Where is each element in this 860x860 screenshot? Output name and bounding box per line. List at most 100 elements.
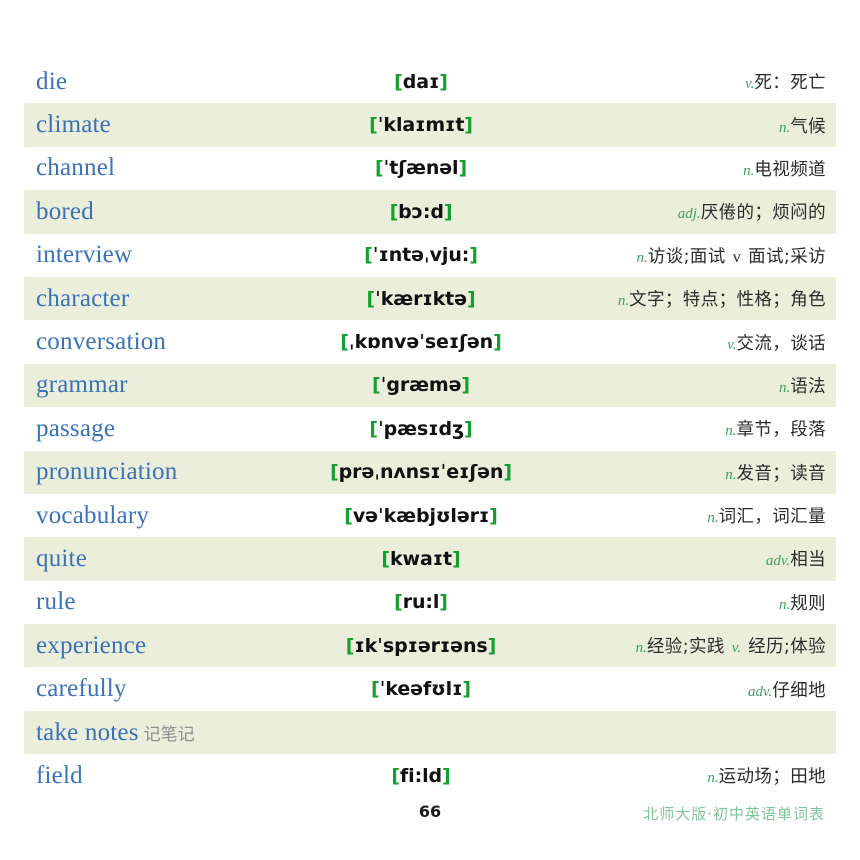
definition-meaning-secondary: 面试;采访 (748, 246, 826, 267)
vocabulary-row[interactable]: character [ˈkærɪktə] n.文字；特点；性格；角色 (24, 276, 836, 321)
vocabulary-row[interactable]: rule [ru:l] n.规则 (24, 581, 836, 624)
phonetic-close-bracket: ] (493, 331, 502, 354)
english-word[interactable]: experience (36, 632, 146, 659)
definition-meaning-secondary: 经历;体验 (748, 637, 826, 658)
vocabulary-row[interactable]: conversation [ˌkɒnvəˈseɪʃən] v.交流，谈话 (24, 320, 836, 363)
english-word[interactable]: die (36, 68, 67, 95)
definition-cell: n.电视频道 (536, 147, 836, 190)
part-of-speech: v. (745, 76, 755, 93)
phonetic-close-bracket: ] (461, 374, 470, 397)
english-word[interactable]: bored (36, 198, 94, 225)
vocabulary-row[interactable]: field [fi:ld] n.运动场；田地 (24, 754, 836, 797)
word-cell: vocabulary (24, 494, 306, 537)
phonetic-cell: [ˈklaɪmɪt] (306, 103, 536, 146)
definition-cell: n.气候 (536, 103, 836, 146)
phonetic-cell: [kwaɪt] (306, 537, 536, 580)
vocabulary-table: die [daɪ] v.死：死亡 climate [ˈklaɪmɪt] n.气候 chann… (24, 60, 836, 798)
definition-meaning: 章节，段落 (736, 420, 826, 441)
word-cell: grammar (24, 364, 306, 407)
english-word[interactable]: field (36, 762, 83, 789)
definition-text: v.死：死亡 (745, 73, 826, 93)
definition-text: adv.仔细地 (748, 681, 826, 701)
phonetic-transcription: [ˈklaɪmɪt] (369, 114, 473, 136)
vocabulary-row[interactable]: vocabulary [vəˈkæbjʊlərɪ] n.词汇，词汇量 (24, 494, 836, 537)
definition-cell: adv.仔细地 (536, 667, 836, 710)
word-cell: take notes 记笔记 (24, 711, 306, 754)
phonetic-open-bracket: [ (364, 244, 373, 267)
phonetic-close-bracket: ] (466, 287, 476, 310)
vocabulary-row[interactable]: quite [kwaɪt] adv.相当 (24, 537, 836, 581)
vocabulary-row[interactable]: grammar [ˈgræmə] n.语法 (24, 363, 836, 408)
part-of-speech: n. (617, 293, 630, 310)
phonetic-cell: [vəˈkæbjʊlərɪ] (306, 494, 536, 537)
english-word[interactable]: conversation (36, 328, 166, 355)
english-word[interactable]: vocabulary (36, 502, 149, 529)
phonetic-open-bracket: [ (394, 591, 403, 614)
vocabulary-row[interactable]: channel [ˈtʃænəl] n.电视频道 (24, 147, 836, 190)
part-of-speech-secondary: v. (731, 640, 742, 657)
vocabulary-row[interactable]: bored [bɔ:d] adj.厌倦的；烦闷的 (24, 190, 836, 234)
word-cell: experience (24, 624, 306, 667)
vocabulary-row[interactable]: passage [ˈpæsɪdʒ] n.章节，段落 (24, 407, 836, 450)
definition-cell: v.死：死亡 (536, 60, 836, 103)
part-of-speech: n. (778, 119, 791, 136)
definition-meaning: 运动场；田地 (718, 767, 826, 788)
definition-meaning: 仔细地 (772, 680, 826, 701)
phrase-translation: 记笔记 (143, 724, 195, 745)
definition-cell: adv.相当 (536, 537, 836, 580)
phonetic-transcription: [daɪ] (394, 71, 448, 93)
phonetic-body: ˈklaɪmɪt (377, 114, 465, 137)
english-word[interactable]: grammar (36, 371, 128, 398)
phonetic-cell: [ˈtʃænəl] (306, 147, 536, 190)
english-word[interactable]: character (36, 285, 129, 312)
phonetic-transcription: [ru:l] (394, 591, 448, 613)
vocabulary-row[interactable]: experience [ɪkˈspɪərɪəns] n.经验;实践 v. 经历;体验 (24, 624, 836, 668)
phonetic-open-bracket: [ (366, 287, 376, 310)
phonetic-close-bracket: ] (442, 764, 451, 787)
definition-text: n.语法 (779, 377, 826, 397)
vocabulary-row[interactable]: die [daɪ] v.死：死亡 (24, 60, 836, 103)
definition-cell (536, 711, 836, 754)
phonetic-body: bɔ:d (398, 200, 444, 223)
vocabulary-row[interactable]: pronunciation [prəˌnʌnsɪˈeɪʃən] n.发音；读音 (24, 450, 836, 494)
definition-meaning: 气候 (790, 116, 826, 137)
word-cell: rule (24, 581, 306, 624)
phonetic-cell: [prəˌnʌnsɪˈeɪʃən] (306, 451, 536, 494)
part-of-speech: n. (636, 249, 648, 266)
english-word[interactable]: pronunciation (36, 458, 177, 485)
part-of-speech: n. (725, 466, 737, 483)
phonetic-body: ru:l (402, 591, 440, 614)
definition-meaning: 厌倦的；烦闷的 (700, 203, 826, 224)
phonetic-body: ɪkˈspɪərɪəns (354, 634, 488, 657)
phonetic-body: fi:ld (400, 764, 442, 787)
phonetic-open-bracket: [ (371, 678, 380, 701)
definition-meaning: 交流，谈话 (736, 333, 826, 354)
english-word[interactable]: take notes (36, 719, 139, 746)
phonetic-transcription: [ˈɪntəˌvju:] (364, 244, 478, 266)
vocabulary-row[interactable]: carefully [ˈkeəfʊlɪ] adv.仔细地 (24, 667, 836, 710)
phonetic-close-bracket: ] (489, 504, 498, 527)
vocabulary-row[interactable]: interview [ˈɪntəˌvju:] n.访谈;面试 v 面试;采访 (24, 234, 836, 277)
english-word[interactable]: channel (36, 154, 115, 181)
english-word[interactable]: rule (36, 588, 76, 615)
definition-text: adv.相当 (766, 550, 826, 570)
vocabulary-row[interactable]: climate [ˈklaɪmɪt] n.气候 (24, 103, 836, 147)
english-word[interactable]: carefully (36, 675, 127, 702)
word-cell: channel (24, 147, 306, 190)
word-cell: carefully (24, 667, 306, 710)
english-word[interactable]: passage (36, 415, 115, 442)
english-word[interactable]: interview (36, 241, 132, 268)
definition-cell: n.词汇，词汇量 (536, 494, 836, 537)
phonetic-transcription: [ˈkeəfʊlɪ] (371, 678, 471, 700)
phonetic-body: vəˈkæbjʊlərɪ (352, 504, 490, 527)
phonetic-transcription: [ˈkærɪktə] (366, 288, 475, 310)
phonetic-close-bracket: ] (439, 591, 448, 614)
vocabulary-row[interactable]: take notes 记笔记 (24, 710, 836, 755)
phonetic-open-bracket: [ (389, 200, 399, 223)
phonetic-open-bracket: [ (381, 547, 391, 570)
phonetic-cell: [ˌkɒnvəˈseɪʃən] (306, 320, 536, 363)
english-word[interactable]: quite (36, 545, 87, 572)
english-word[interactable]: climate (36, 111, 111, 138)
phonetic-cell: [ru:l] (306, 581, 536, 624)
part-of-speech: n. (778, 379, 791, 396)
